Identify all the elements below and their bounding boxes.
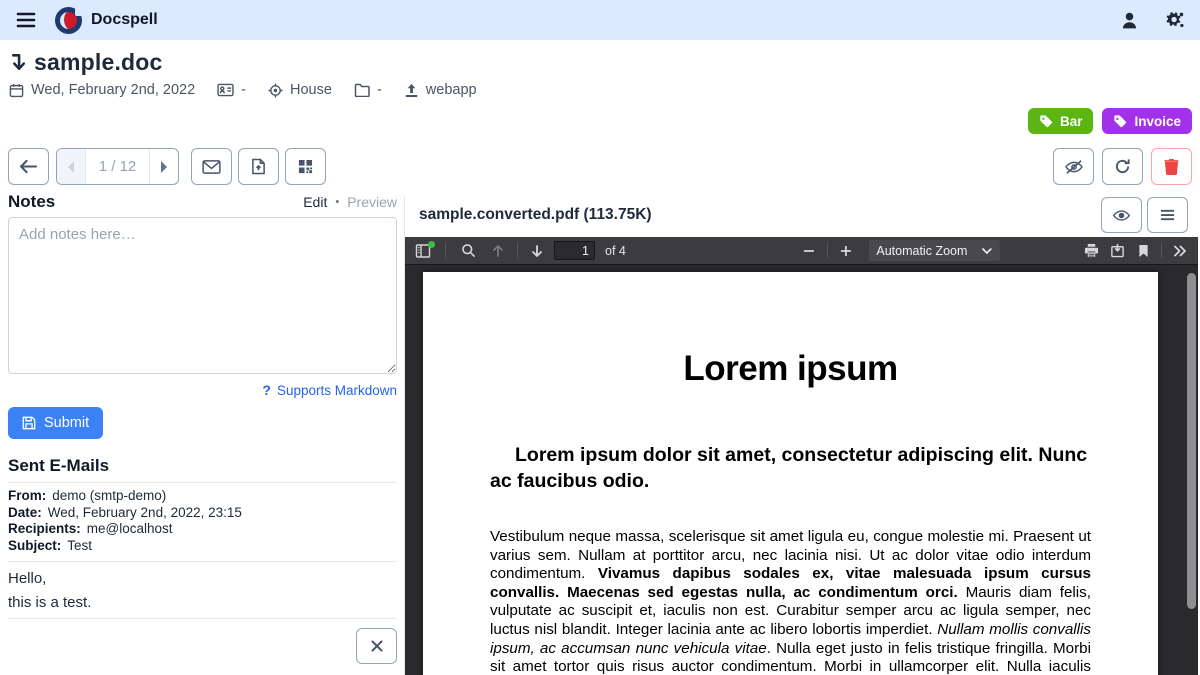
pdf-document-heading: Lorem ipsum dolor sit amet, consectetur …	[490, 442, 1091, 494]
markdown-hint-link[interactable]: ? Supports Markdown	[8, 382, 397, 398]
submit-notes-button[interactable]: Submit	[8, 407, 103, 439]
pdf-bookmark-icon[interactable]	[1130, 240, 1156, 262]
sent-emails-heading: Sent E-Mails	[8, 456, 397, 476]
menu-icon[interactable]	[14, 8, 38, 32]
email-field-date: Date: Wed, February 2nd, 2022, 23:15	[8, 505, 397, 522]
submit-label: Submit	[44, 415, 89, 431]
prev-page-button[interactable]	[57, 149, 86, 184]
pdf-page-of-label: of 4	[605, 244, 626, 258]
address-card-icon	[217, 83, 234, 97]
attachment-filename: sample.converted.pdf (113.75K)	[419, 206, 652, 224]
folder-icon	[354, 83, 370, 97]
pdf-scrollbar[interactable]	[1184, 266, 1198, 675]
doc-folder: -	[377, 82, 382, 98]
tag-icon	[1039, 114, 1053, 128]
field-label: Subject:	[8, 538, 61, 555]
pdf-zoom-value: Automatic Zoom	[876, 244, 967, 258]
email-field-subject: Subject: Test	[8, 538, 397, 555]
pdf-prev-page-icon[interactable]	[485, 240, 511, 262]
reprocess-button[interactable]	[1102, 148, 1143, 185]
email-field-recipients: Recipients: me@localhost	[8, 521, 397, 538]
field-value: demo (smtp-demo)	[52, 488, 166, 505]
question-icon: ?	[262, 382, 271, 398]
notification-dot	[428, 241, 435, 248]
pdf-sidebar-toggle-icon[interactable]	[410, 240, 436, 262]
calendar-icon	[9, 83, 24, 98]
field-value: me@localhost	[87, 521, 173, 538]
page-count-label: 1 / 12	[86, 149, 149, 184]
pdf-print-icon[interactable]	[1078, 240, 1104, 262]
email-body-line: this is a test.	[8, 594, 397, 611]
doc-concerning[interactable]: House	[290, 82, 332, 98]
field-value: Wed, February 2nd, 2022, 23:15	[48, 505, 242, 522]
unconfirm-eye-slash-button[interactable]	[1053, 148, 1094, 185]
tab-separator: •	[335, 196, 339, 208]
email-meta: From: demo (smtp-demo) Date: Wed, Februa…	[8, 482, 397, 554]
document-header: sample.doc	[9, 49, 163, 76]
pdf-more-tools-icon[interactable]	[1167, 240, 1193, 262]
chevron-down-icon	[981, 248, 991, 254]
notes-edit-tab[interactable]: Edit	[303, 194, 327, 210]
left-sidebar: Notes Edit • Preview ? Supports Markdown…	[8, 192, 397, 664]
pdf-zoom-out-icon[interactable]	[795, 240, 821, 262]
send-mail-button[interactable]	[191, 148, 232, 185]
pdf-next-page-icon[interactable]	[524, 240, 550, 262]
page-navigator: 1 / 12	[56, 148, 179, 185]
pdf-search-icon[interactable]	[455, 240, 481, 262]
item-toolbar: 1 / 12	[8, 148, 1192, 185]
tags-row: Bar Invoice	[1028, 108, 1192, 134]
crosshair-icon	[268, 83, 283, 98]
attachment-menu-button[interactable]	[1147, 197, 1188, 233]
add-file-button[interactable]	[238, 148, 279, 185]
email-body-line: Hello,	[8, 570, 397, 587]
page-title: sample.doc	[34, 49, 163, 76]
download-arrow-icon	[9, 53, 26, 72]
top-navbar: Docspell	[0, 0, 1200, 40]
email-field-from: From: demo (smtp-demo)	[8, 488, 397, 505]
delete-button[interactable]	[1151, 148, 1192, 185]
pdf-page-input[interactable]	[554, 241, 595, 260]
notes-heading: Notes	[8, 192, 55, 212]
pdf-document-paragraph: Vestibulum neque massa, scelerisque sit …	[490, 528, 1091, 675]
tag-bar[interactable]: Bar	[1028, 108, 1094, 134]
preview-eye-button[interactable]	[1101, 197, 1142, 233]
save-icon	[22, 416, 36, 430]
settings-gears-icon[interactable]	[1164, 9, 1186, 31]
pdf-viewer: of 4 Automatic Zoom	[405, 237, 1198, 675]
doc-correspondent: -	[241, 82, 246, 98]
pdf-scrollbar-thumb[interactable]	[1187, 273, 1196, 609]
user-icon[interactable]	[1119, 10, 1140, 31]
attachment-panel: sample.converted.pdf (113.75K)	[404, 196, 1200, 675]
docspell-logo-icon[interactable]	[55, 7, 82, 34]
tag-icon	[1113, 114, 1127, 128]
close-email-button[interactable]	[356, 628, 397, 664]
tag-invoice[interactable]: Invoice	[1102, 108, 1192, 134]
tag-label: Invoice	[1134, 114, 1181, 129]
notes-preview-tab[interactable]: Preview	[347, 194, 397, 210]
markdown-hint-label: Supports Markdown	[277, 383, 397, 398]
back-button[interactable]	[8, 148, 49, 185]
pdf-page: Lorem ipsum Lorem ipsum dolor sit amet, …	[423, 272, 1158, 675]
tag-label: Bar	[1060, 114, 1083, 129]
document-meta: Wed, February 2nd, 2022 - House - webapp	[9, 82, 477, 98]
doc-source[interactable]: webapp	[426, 82, 477, 98]
brand-name[interactable]: Docspell	[91, 11, 158, 29]
upload-icon	[404, 83, 419, 98]
qrcode-button[interactable]	[285, 148, 326, 185]
field-label: Recipients:	[8, 521, 81, 538]
pdf-toolbar: of 4 Automatic Zoom	[405, 237, 1198, 265]
pdf-zoom-select[interactable]: Automatic Zoom	[868, 240, 999, 261]
pdf-zoom-in-icon[interactable]	[832, 240, 858, 262]
pdf-document-title: Lorem ipsum	[490, 349, 1091, 389]
pdf-download-icon[interactable]	[1104, 240, 1130, 262]
doc-date: Wed, February 2nd, 2022	[31, 82, 195, 98]
email-body: Hello, this is a test.	[8, 561, 397, 611]
field-label: Date:	[8, 505, 42, 522]
next-page-button[interactable]	[149, 149, 178, 184]
field-value: Test	[67, 538, 92, 555]
field-label: From:	[8, 488, 46, 505]
notes-input[interactable]	[8, 217, 397, 374]
